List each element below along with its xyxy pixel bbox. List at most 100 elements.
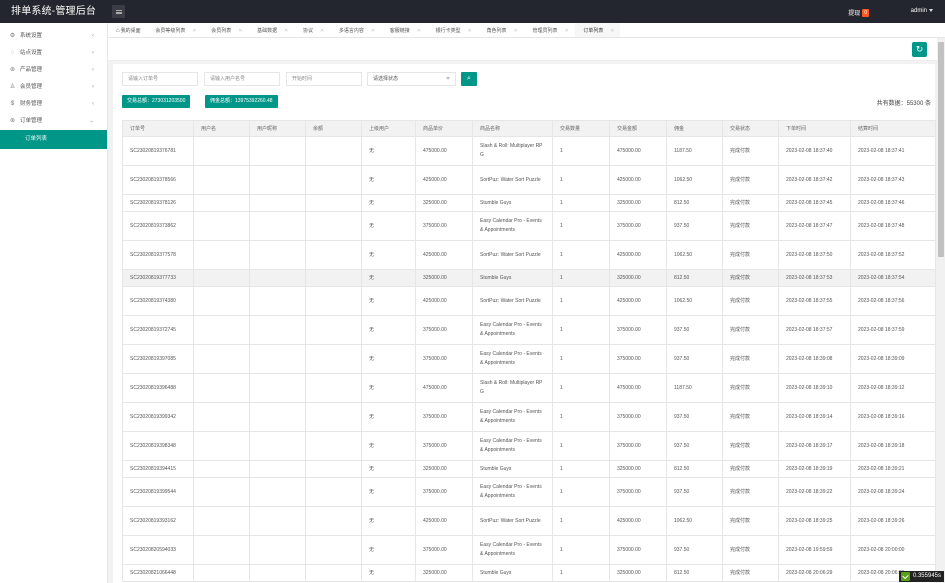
table-row[interactable]: SC23020819377578 无 425000.00 SortPuz: Water… <box>122 240 936 270</box>
table-row[interactable]: SC23020821066448 无 325000.00 Stumble Guys 1 3… <box>122 564 936 582</box>
table-row[interactable]: SC23020819396488 无 475000.00 Slash & Roll: … <box>122 373 936 403</box>
table-cell: 完成付款 <box>722 402 779 432</box>
table-cell <box>305 506 362 536</box>
column-header: 商品单价 <box>415 120 473 137</box>
table-cell <box>193 286 250 316</box>
table-row[interactable]: SC23020819378126 无 325000.00 Stumble Guys 1 3… <box>122 194 936 212</box>
sidebar-item-finance[interactable]: $ 财务管理 ‹ <box>0 96 107 113</box>
withdraw-tip[interactable]: 提现 0 <box>848 8 869 18</box>
table-row[interactable]: SC23020819377733 无 325000.00 Stumble Guys 1 3… <box>122 269 936 287</box>
table-header-row: 订单号 用户名 用户昵称 余额 上级用户 商品单价 商品名称 交易数量 交易金额 佣金 交易状态 下单… <box>122 120 936 137</box>
sidebar-item-products[interactable]: ⊛ 产品管理 ‹ <box>0 62 107 79</box>
table-cell: 425000.00 <box>415 165 473 195</box>
table-cell: 375000.00 <box>415 315 473 345</box>
table-row[interactable]: SC23020819378566 无 425000.00 SortPuz: Water… <box>122 165 936 195</box>
tab-members[interactable]: 会员列表 ✕ <box>203 23 247 37</box>
table-row[interactable]: SC23020819374380 无 425000.00 SortPuz: Water… <box>122 286 936 316</box>
table-row[interactable]: SC23020819397085 无 375000.00 Easy Calendar … <box>122 344 936 374</box>
table-row[interactable]: SC23020819399544 无 375000.00 Easy Calendar … <box>122 477 936 507</box>
table-cell: 325000.00 <box>415 564 473 582</box>
close-icon[interactable]: ✕ <box>284 28 288 34</box>
table-row[interactable]: SC23020819393162 无 425000.00 SortPuz: Water… <box>122 506 936 536</box>
refresh-button[interactable]: ↻ <box>912 42 927 57</box>
table-row[interactable]: SC23020819398348 无 375000.00 Easy Calendar … <box>122 431 936 461</box>
table-row[interactable]: SC23020819372745 无 375000.00 Easy Calendar … <box>122 315 936 345</box>
tab-i18n[interactable]: 多语言内容 ✕ <box>331 23 380 37</box>
table-row[interactable]: SC23020820594033 无 375000.00 Easy Calendar … <box>122 535 936 565</box>
tab-label: 协议 <box>302 28 313 34</box>
table-cell: 2023-02-08 18:37:56 <box>850 286 936 316</box>
table-cell: 完成付款 <box>722 564 779 582</box>
withdraw-badge: 0 <box>862 9 869 18</box>
table-cell: 325000.00 <box>415 194 473 212</box>
sidebar-subitem-order-list[interactable]: 订单列表 <box>0 130 107 149</box>
close-icon[interactable]: ✕ <box>610 28 614 34</box>
scrollbar-thumb[interactable] <box>938 42 944 257</box>
order-no-input[interactable]: 请输入订单号 <box>122 72 198 86</box>
table-cell <box>249 269 306 287</box>
table-cell: Stumble Guys <box>472 460 553 478</box>
table-cell: 375000.00 <box>609 477 667 507</box>
user-menu[interactable]: admin <box>911 8 933 14</box>
tab-bank-card-types[interactable]: 银行卡类型 ✕ <box>428 23 477 37</box>
table-cell: 无 <box>361 373 416 403</box>
status-select[interactable]: 请选择状态 <box>367 72 456 86</box>
table-cell: 完成付款 <box>722 269 779 287</box>
table-cell: SC23020819377578 <box>122 240 194 270</box>
table-cell: 1 <box>552 564 610 582</box>
table-cell <box>305 402 362 432</box>
sidebar-item-site[interactable]: ◌ 站点设置 ‹ <box>0 45 107 62</box>
vertical-scrollbar[interactable] <box>937 38 945 583</box>
tab-agreement[interactable]: 协议 ✕ <box>295 23 329 37</box>
sidebar-item-orders[interactable]: ⊛ 订单管理 ‹ <box>0 113 107 130</box>
close-icon[interactable]: ✕ <box>371 28 375 34</box>
close-icon[interactable]: ✕ <box>238 28 242 34</box>
tab-desktop[interactable]: ⌂我的桌面 <box>108 23 146 37</box>
table-row[interactable]: SC23020819373862 无 375000.00 Easy Calendar … <box>122 211 936 241</box>
tab-label: 我的桌面 <box>120 28 141 34</box>
table-row[interactable]: SC23020819399342 无 375000.00 Easy Calendar … <box>122 402 936 432</box>
close-icon[interactable]: ✕ <box>514 28 518 34</box>
table-cell: 425000.00 <box>415 240 473 270</box>
table-cell: 无 <box>361 315 416 345</box>
close-icon[interactable]: ✕ <box>320 28 324 34</box>
close-icon[interactable]: ✕ <box>564 28 568 34</box>
box-icon: ⊛ <box>9 67 16 73</box>
search-button[interactable]: ⌕ <box>461 72 477 86</box>
tab-admins[interactable]: 管理员列表 ✕ <box>524 23 573 37</box>
close-icon[interactable]: ✕ <box>417 28 421 34</box>
table-row[interactable]: SC23020819394415 无 325000.00 Stumble Guys 1 3… <box>122 460 936 478</box>
tab-base-data[interactable]: 基础数据 ✕ <box>249 23 293 37</box>
commission-total-button[interactable]: 佣金总额：13975392260.48 <box>205 95 278 108</box>
user-account-input[interactable]: 请输入用户名号 <box>204 72 280 86</box>
menu-toggle-button[interactable] <box>112 5 125 18</box>
table-cell <box>305 286 362 316</box>
table-cell: 1062.50 <box>666 240 723 270</box>
table-cell: 2023-02-08 18:39:08 <box>778 344 851 374</box>
table-cell: 375000.00 <box>609 344 667 374</box>
table-cell: 无 <box>361 344 416 374</box>
table-cell: 2023-02-08 18:37:41 <box>850 136 936 166</box>
table-row[interactable]: SC23020819376781 无 475000.00 Slash & Roll: … <box>122 136 936 166</box>
sidebar-item-members[interactable]: ♙ 会员管理 ‹ <box>0 79 107 96</box>
trade-total-button[interactable]: 交易总额：273031203500 <box>122 95 191 108</box>
tab-bar: ⌂我的桌面 会员等级列表 ✕ 会员列表 ✕ 基础数据 ✕ 协议 ✕ 多语言内容 ✕ 客服链… <box>108 23 945 38</box>
tab-orders[interactable]: 订单列表 ✕ <box>575 23 620 37</box>
start-time-input[interactable]: 开始时间 <box>286 72 362 86</box>
table-cell: 1 <box>552 165 610 195</box>
column-header: 交易金额 <box>609 120 667 137</box>
table-body: SC23020819376781 无 475000.00 Slash & Roll: … <box>122 136 936 582</box>
close-icon[interactable]: ✕ <box>468 28 472 34</box>
tab-service-link[interactable]: 客服链接 ✕ <box>382 23 426 37</box>
sidebar-item-system[interactable]: ⚙ 系统设置 ‹ <box>0 28 107 45</box>
table-cell <box>249 344 306 374</box>
table-cell: Easy Calendar Pro - Events & Appointment… <box>472 211 553 241</box>
table-cell: 2023-02-08 19:59:59 <box>778 535 851 565</box>
total-unit: 条 <box>924 101 931 107</box>
table-cell: 2023-02-08 18:37:48 <box>850 211 936 241</box>
table-cell: 2023-02-08 18:37:55 <box>778 286 851 316</box>
close-icon[interactable]: ✕ <box>192 28 196 34</box>
tab-member-levels[interactable]: 会员等级列表 ✕ <box>147 23 201 37</box>
tab-roles[interactable]: 角色列表 ✕ <box>479 23 523 37</box>
table-cell: 1 <box>552 344 610 374</box>
